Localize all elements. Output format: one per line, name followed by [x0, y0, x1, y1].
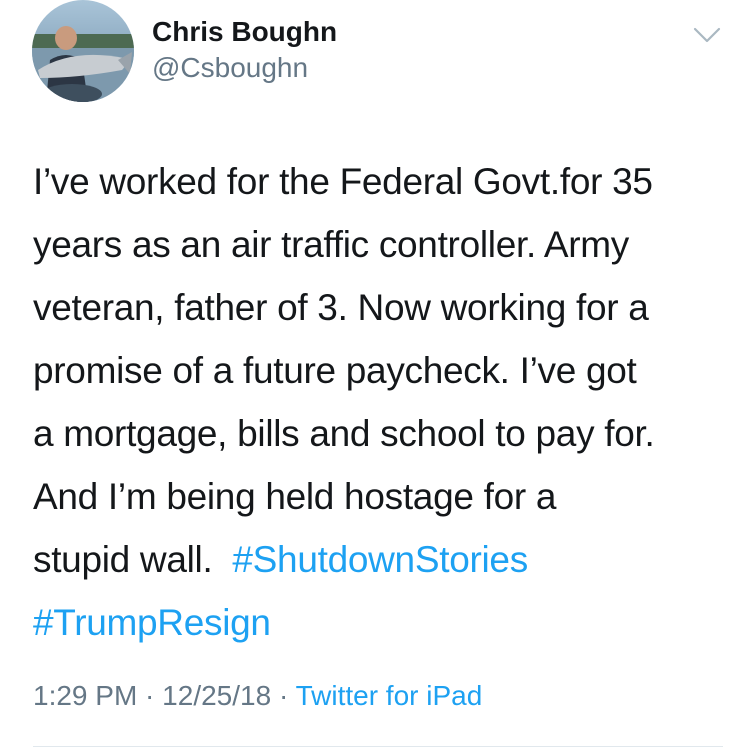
hashtag-link[interactable]: #TrumpResign — [33, 602, 271, 643]
user-handle[interactable]: @Csboughn — [152, 52, 308, 84]
avatar[interactable] — [32, 0, 134, 102]
chevron-down-icon[interactable] — [692, 24, 722, 46]
tweet-meta: 1:29 PM · 12/25/18 · Twitter for iPad — [33, 680, 482, 712]
tweet-line-with-hashtag: stupid wall. #ShutdownStories — [33, 528, 733, 591]
avatar-photo — [32, 0, 134, 102]
tweet-time[interactable]: 1:29 PM — [33, 680, 137, 711]
user-name[interactable]: Chris Boughn — [152, 16, 337, 48]
tweet-source-link[interactable]: Twitter for iPad — [296, 680, 483, 711]
tweet-line: stupid wall. — [33, 539, 233, 580]
hashtag-link[interactable]: #ShutdownStories — [232, 539, 528, 580]
meta-separator: · — [271, 680, 296, 711]
divider — [33, 746, 723, 747]
tweet-line: promise of a future paycheck. I’ve got — [33, 350, 637, 391]
tweet-line: years as an air traffic controller. Army — [33, 224, 629, 265]
tweet-line: I’ve worked for the Federal Govt.for 35 — [33, 161, 653, 202]
tweet-line: And I’m being held hostage for a — [33, 476, 557, 517]
tweet-date[interactable]: 12/25/18 — [162, 680, 271, 711]
tweet-line-hashtag: #TrumpResign — [33, 591, 733, 654]
tweet-line: a mortgage, bills and school to pay for. — [33, 413, 655, 454]
meta-separator: · — [137, 680, 163, 711]
tweet-text: I’ve worked for the Federal Govt.for 35 … — [33, 150, 733, 654]
tweet-line: veteran, father of 3. Now working for a — [33, 287, 649, 328]
